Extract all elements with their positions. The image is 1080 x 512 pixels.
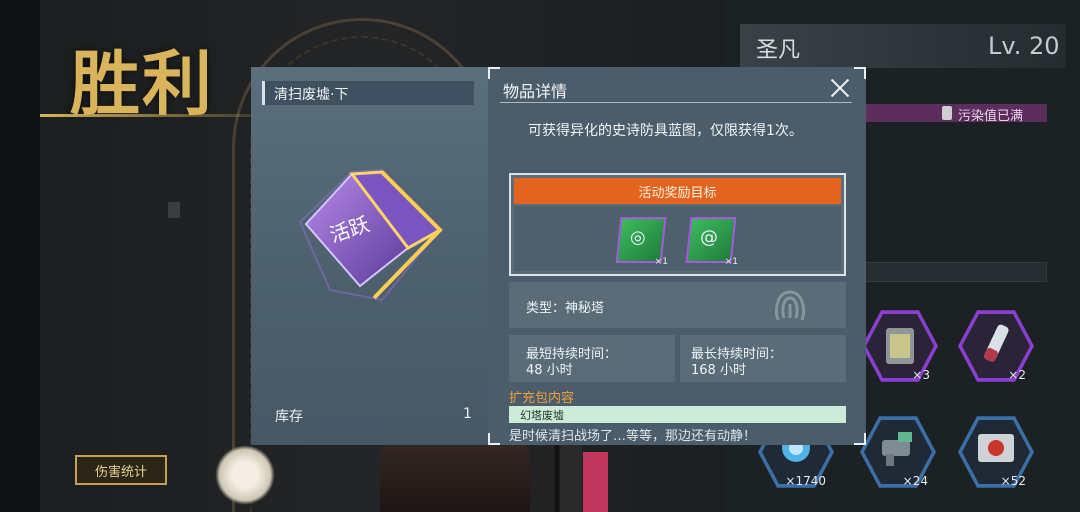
reward-count: ×24 [902,474,928,488]
reward-target-header: 活动奖励目标 [514,178,841,204]
reward-count: ×52 [1000,474,1026,488]
left-strip [0,0,40,512]
battery-pack-icon [886,328,914,364]
corner-bracket [854,67,866,79]
player-level: Lv. 20 [988,32,1060,60]
stock-value: 1 [463,406,472,422]
fingerprint-icon [775,290,805,321]
reward-target-body [514,206,841,271]
fuel-kit-icon [978,434,1014,462]
bottles-decoration [532,438,582,512]
reward-turret-part[interactable]: ×24 [860,414,936,490]
stock-label: 库存 [275,409,303,425]
max-duration-value: 168 小时 [691,363,746,378]
item-type: 类型：神秘塔 [526,301,605,316]
swirl-icon: @ [700,227,718,248]
reward-count: ×1740 [785,474,826,488]
blueprint-count: ×1 [724,257,738,267]
item-artwork: 活跃 [290,160,460,310]
ring-icon: ◎ [630,227,646,248]
turret-part-icon [882,432,912,466]
detail-title: 物品详情 [503,82,568,101]
flower-decoration [215,445,275,505]
flask-icon [942,106,952,120]
blueprint-swirl[interactable]: @ ×1 [684,213,738,267]
item-description: 可获得异化的史诗防具蓝图，仅限获得1次。 [528,123,803,139]
damage-stats-button[interactable]: 伤害统计 [75,455,167,485]
activity-crystal-icon: 活跃 [298,168,443,302]
expansion-pack-title: 扩充包内容 [509,391,575,406]
corner-bracket [854,433,866,445]
title-divider [500,102,852,103]
character-dress [583,452,608,512]
small-marker-icon [168,202,180,218]
expansion-pack-item: 幻塔废墟 [520,409,564,422]
blueprint-ring[interactable]: ◎ ×1 [614,213,668,267]
syringe-icon [983,324,1009,362]
reward-count: ×3 [912,368,930,382]
flavor-text: 是时候清扫战场了…等等，那边还有动静！ [509,429,757,444]
player-name: 圣凡 [756,38,801,63]
corner-bracket [488,67,500,79]
min-duration-value: 48 小时 [526,363,573,378]
reward-fuel-kit[interactable]: ×52 [958,414,1034,490]
pollution-status: 污染值已满 [958,109,1024,124]
close-button[interactable] [826,74,854,102]
reward-count: ×2 [1008,368,1026,382]
reward-battery-pack[interactable]: ×3 [862,308,938,384]
blueprint-count: ×1 [654,257,668,267]
item-name: 清扫废墟·下 [274,87,349,103]
empty-slot-row [865,262,1047,282]
reward-syringe[interactable]: ×2 [958,308,1034,384]
corner-bracket [488,433,500,445]
